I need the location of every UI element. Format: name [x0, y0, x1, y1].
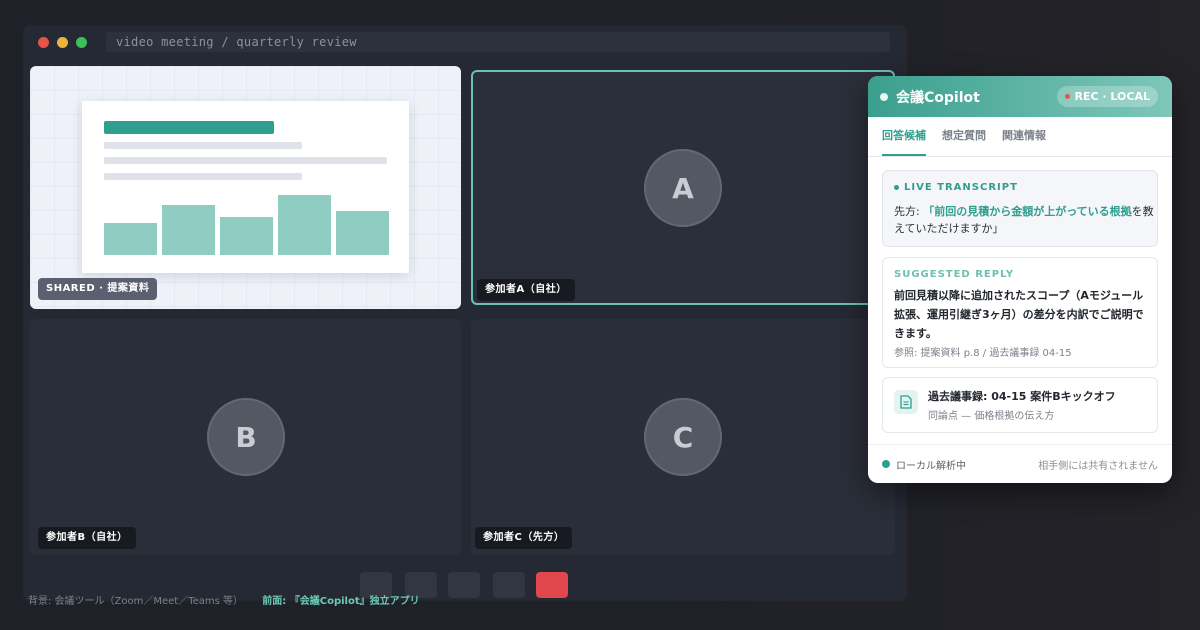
end-call-button[interactable] [536, 572, 568, 598]
transcript-speaker: 先方: [894, 205, 924, 218]
transcript-text: 先方: 「前回の見積から金額が上がっている根拠を教えていただけますか」 [894, 203, 1156, 237]
window-title: video meeting / quarterly review [106, 32, 890, 52]
minimize-window-button[interactable] [57, 36, 68, 48]
tab-related-info[interactable]: 関連情報 [1002, 117, 1046, 156]
reference-title: 過去議事録: 04-15 案件Bキックオフ [928, 390, 1116, 403]
slide-text-line [104, 157, 387, 164]
status-dot-icon [882, 460, 890, 468]
participant-label: 参加者B（自社） [38, 527, 136, 549]
foreground-note: 前面: 『会議Copilot』独立アプリ [262, 596, 420, 607]
slide-chart-bar [278, 195, 331, 255]
analysis-status: ローカル解析中 [882, 457, 966, 472]
slide-chart-bar [220, 217, 273, 255]
avatar: A [644, 149, 722, 227]
tab-expected-questions[interactable]: 想定質問 [942, 117, 986, 156]
reference-subtitle: 同論点 — 価格根拠の伝え方 [928, 411, 1055, 422]
tab-answer-candidates[interactable]: 回答候補 [882, 117, 926, 156]
shared-screen-tile[interactable]: SHARED · 提案資料 [30, 66, 461, 309]
document-icon [894, 390, 918, 414]
panel-footer: ローカル解析中 相手側には共有されません [868, 444, 1172, 483]
participant-tile-b[interactable]: B 参加者B（自社） [30, 319, 461, 555]
copilot-panel: 会議Copilot REC · LOCAL 回答候補 想定質問 関連情報 LIV… [868, 76, 1172, 483]
transcript-label-text: LIVE TRANSCRIPT [904, 182, 1018, 193]
shared-label: SHARED · 提案資料 [38, 278, 158, 300]
avatar: C [644, 398, 722, 476]
transcript-label: LIVE TRANSCRIPT [894, 182, 1018, 193]
meeting-window: video meeting / quarterly review SHARED … [24, 26, 906, 600]
slide-chart-bar [104, 223, 157, 255]
layer-note: 背景: 会議ツール（Zoom／Meet／Teams 等） 前面: 『会議Copi… [28, 592, 420, 607]
rec-badge: REC · LOCAL [1056, 86, 1158, 107]
transcript-card: LIVE TRANSCRIPT 先方: 「前回の見積から金額が上がっている根拠を… [882, 170, 1158, 247]
participant-tile-c[interactable]: C 参加者C（先方） [471, 319, 895, 555]
slide-text-line [104, 142, 302, 149]
participant-label: 参加者A（自社） [477, 279, 575, 301]
participant-label: 参加者C（先方） [475, 527, 573, 549]
rec-label: REC · LOCAL [1074, 90, 1150, 103]
reference-card[interactable]: 過去議事録: 04-15 案件Bキックオフ 同論点 — 価格根拠の伝え方 [882, 377, 1158, 433]
slide-chart-bar [162, 205, 215, 255]
reply-text: 前回見積以降に追加されたスコープ（Aモジュール拡張、運用引継ぎ3ヶ月）の差分を内… [894, 289, 1144, 340]
transcript-highlight: 「前回の見積から金額が上がっている根拠 [923, 205, 1132, 218]
panel-tabs: 回答候補 想定質問 関連情報 [868, 117, 1172, 157]
suggested-reply-card[interactable]: SUGGESTED REPLY 前回見積以降に追加されたスコープ（Aモジュール拡… [882, 257, 1158, 368]
shared-slide [82, 101, 409, 273]
share-screen-button[interactable] [448, 572, 480, 598]
reply-label: SUGGESTED REPLY [894, 269, 1015, 280]
title-bar: video meeting / quarterly review [24, 26, 906, 58]
panel-header: 会議Copilot REC · LOCAL [868, 76, 1172, 117]
document-icon-svg [900, 395, 912, 409]
background-note: 背景: 会議ツール（Zoom／Meet／Teams 等） [28, 596, 244, 607]
analysis-status-text: ローカル解析中 [896, 460, 966, 472]
status-dot-icon [880, 92, 888, 101]
close-window-button[interactable] [38, 36, 49, 48]
slide-chart-bar [336, 211, 389, 255]
live-dot-icon [894, 185, 899, 190]
participant-tile-a[interactable]: A 参加者A（自社） [471, 70, 895, 305]
panel-title: 会議Copilot [896, 89, 980, 106]
privacy-note: 相手側には共有されません [1038, 460, 1158, 472]
reply-reference: 参照: 提案資料 p.8 / 過去議事録 04-15 [894, 348, 1072, 359]
avatar: B [207, 398, 285, 476]
slide-title-bar [104, 121, 274, 134]
slide-text-line [104, 173, 302, 180]
record-dot-icon [1064, 94, 1070, 99]
maximize-window-button[interactable] [76, 36, 87, 48]
participants-button[interactable] [493, 572, 525, 598]
